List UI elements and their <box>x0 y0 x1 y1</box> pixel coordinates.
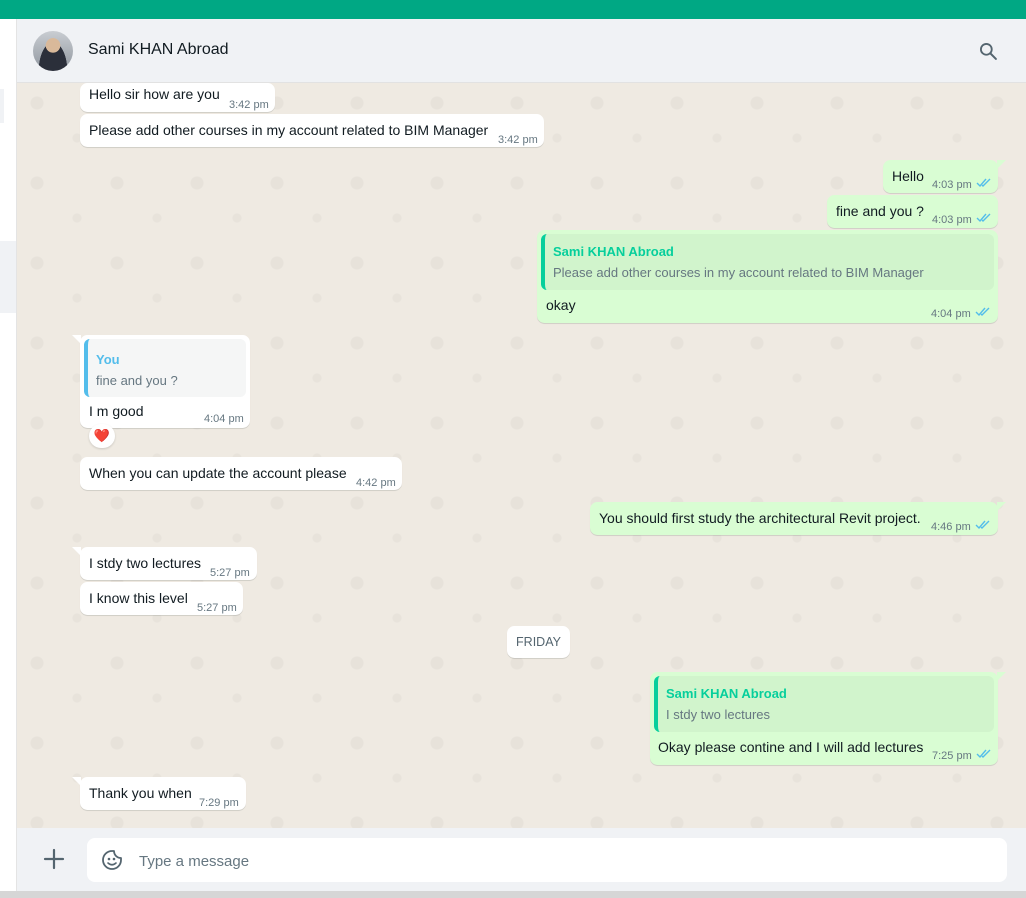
message-time: 4:04 pm <box>931 308 971 320</box>
message-text: Please add other courses in my account r… <box>89 122 489 138</box>
search-icon[interactable] <box>978 41 998 61</box>
message-incoming[interactable]: When you can update the account please 4… <box>80 457 402 490</box>
double-check-icon <box>976 178 991 188</box>
message-text: You should first study the architectural… <box>599 510 921 526</box>
message-text: fine and you ? <box>836 203 924 219</box>
quoted-author: Sami KHAN Abroad <box>666 686 787 701</box>
message-incoming[interactable]: I know this level 5:27 pm <box>80 582 243 615</box>
message-time: 3:42 pm <box>498 134 538 146</box>
conversation-header[interactable]: Sami KHAN Abroad <box>17 19 1026 83</box>
message-input-box[interactable] <box>87 838 1007 884</box>
double-check-icon <box>976 749 991 759</box>
message-time: 3:42 pm <box>229 99 269 111</box>
bubble-tail <box>72 777 81 786</box>
bubble-tail <box>997 502 1006 511</box>
message-text: Okay please contine and I will add lectu… <box>658 739 924 755</box>
quoted-text: I stdy two lectures <box>666 707 771 722</box>
message-time: 4:03 pm <box>932 214 972 226</box>
message-time: 4:03 pm <box>932 179 972 191</box>
heart-reaction[interactable]: ❤️ <box>89 424 115 448</box>
message-time: 7:25 pm <box>932 750 972 762</box>
message-time: 4:04 pm <box>204 413 244 425</box>
bubble-tail <box>72 335 81 344</box>
chat-list-panel-edge <box>0 19 17 891</box>
double-check-icon <box>975 520 990 530</box>
message-composer <box>17 828 1026 891</box>
message-text: Hello <box>892 168 924 184</box>
contact-avatar[interactable] <box>33 31 73 71</box>
quoted-author: Sami KHAN Abroad <box>553 244 674 259</box>
message-time: 4:46 pm <box>931 521 971 533</box>
app-top-bar <box>0 0 1026 19</box>
message-text: I know this level <box>89 590 188 606</box>
message-incoming[interactable]: Please add other courses in my account r… <box>80 114 544 147</box>
bubble-tail <box>997 672 1006 681</box>
quoted-message[interactable]: Sami KHAN Abroad Please add other course… <box>541 234 994 290</box>
plus-icon[interactable] <box>43 848 65 870</box>
double-check-icon <box>976 213 991 223</box>
message-incoming-reply[interactable]: You fine and you ? I m good 4:04 pm <box>72 335 250 428</box>
message-text: Hello sir how are you <box>89 86 220 102</box>
quoted-message[interactable]: Sami KHAN Abroad I stdy two lectures <box>654 676 994 732</box>
quoted-author: You <box>96 352 120 367</box>
message-text: I stdy two lectures <box>89 555 202 571</box>
message-time: 4:42 pm <box>356 477 396 489</box>
double-check-icon <box>975 307 990 317</box>
message-outgoing[interactable]: fine and you ? 4:03 pm <box>827 195 998 228</box>
message-text: I m good <box>89 403 144 419</box>
bubble-tail <box>72 547 81 556</box>
message-incoming[interactable]: Hello sir how are you 3:42 pm <box>80 83 275 112</box>
quoted-message[interactable]: You fine and you ? <box>84 339 246 397</box>
message-text: okay <box>546 297 576 313</box>
message-outgoing[interactable]: Hello 4:03 pm <box>883 160 1006 193</box>
message-incoming[interactable]: I stdy two lectures 5:27 pm <box>72 547 257 580</box>
message-outgoing[interactable]: You should first study the architectural… <box>590 502 1006 535</box>
message-outgoing-reply[interactable]: Sami KHAN Abroad I stdy two lectures Oka… <box>650 672 1006 765</box>
message-time: 5:27 pm <box>197 602 237 614</box>
message-text: When you can update the account please <box>89 465 347 481</box>
message-outgoing-reply[interactable]: Sami KHAN Abroad Please add other course… <box>537 230 998 323</box>
contact-name[interactable]: Sami KHAN Abroad <box>88 41 229 59</box>
message-list[interactable]: Hello sir how are you 3:42 pm Please add… <box>17 83 1026 828</box>
message-time: 7:29 pm <box>199 797 239 809</box>
message-incoming[interactable]: Thank you when 7:29 pm <box>72 777 246 810</box>
chat-list-edge-item-selected[interactable] <box>0 241 16 313</box>
chat-list-edge-item[interactable] <box>0 89 4 123</box>
quoted-text: fine and you ? <box>96 373 178 388</box>
message-text: Thank you when <box>89 785 192 801</box>
message-time: 5:27 pm <box>210 567 250 579</box>
bubble-tail <box>997 160 1006 169</box>
quoted-text: Please add other courses in my account r… <box>553 265 924 280</box>
day-divider: FRIDAY <box>507 626 570 658</box>
window-bottom-edge <box>0 891 1026 898</box>
message-input[interactable] <box>137 838 991 884</box>
sticker-icon[interactable] <box>101 849 123 871</box>
